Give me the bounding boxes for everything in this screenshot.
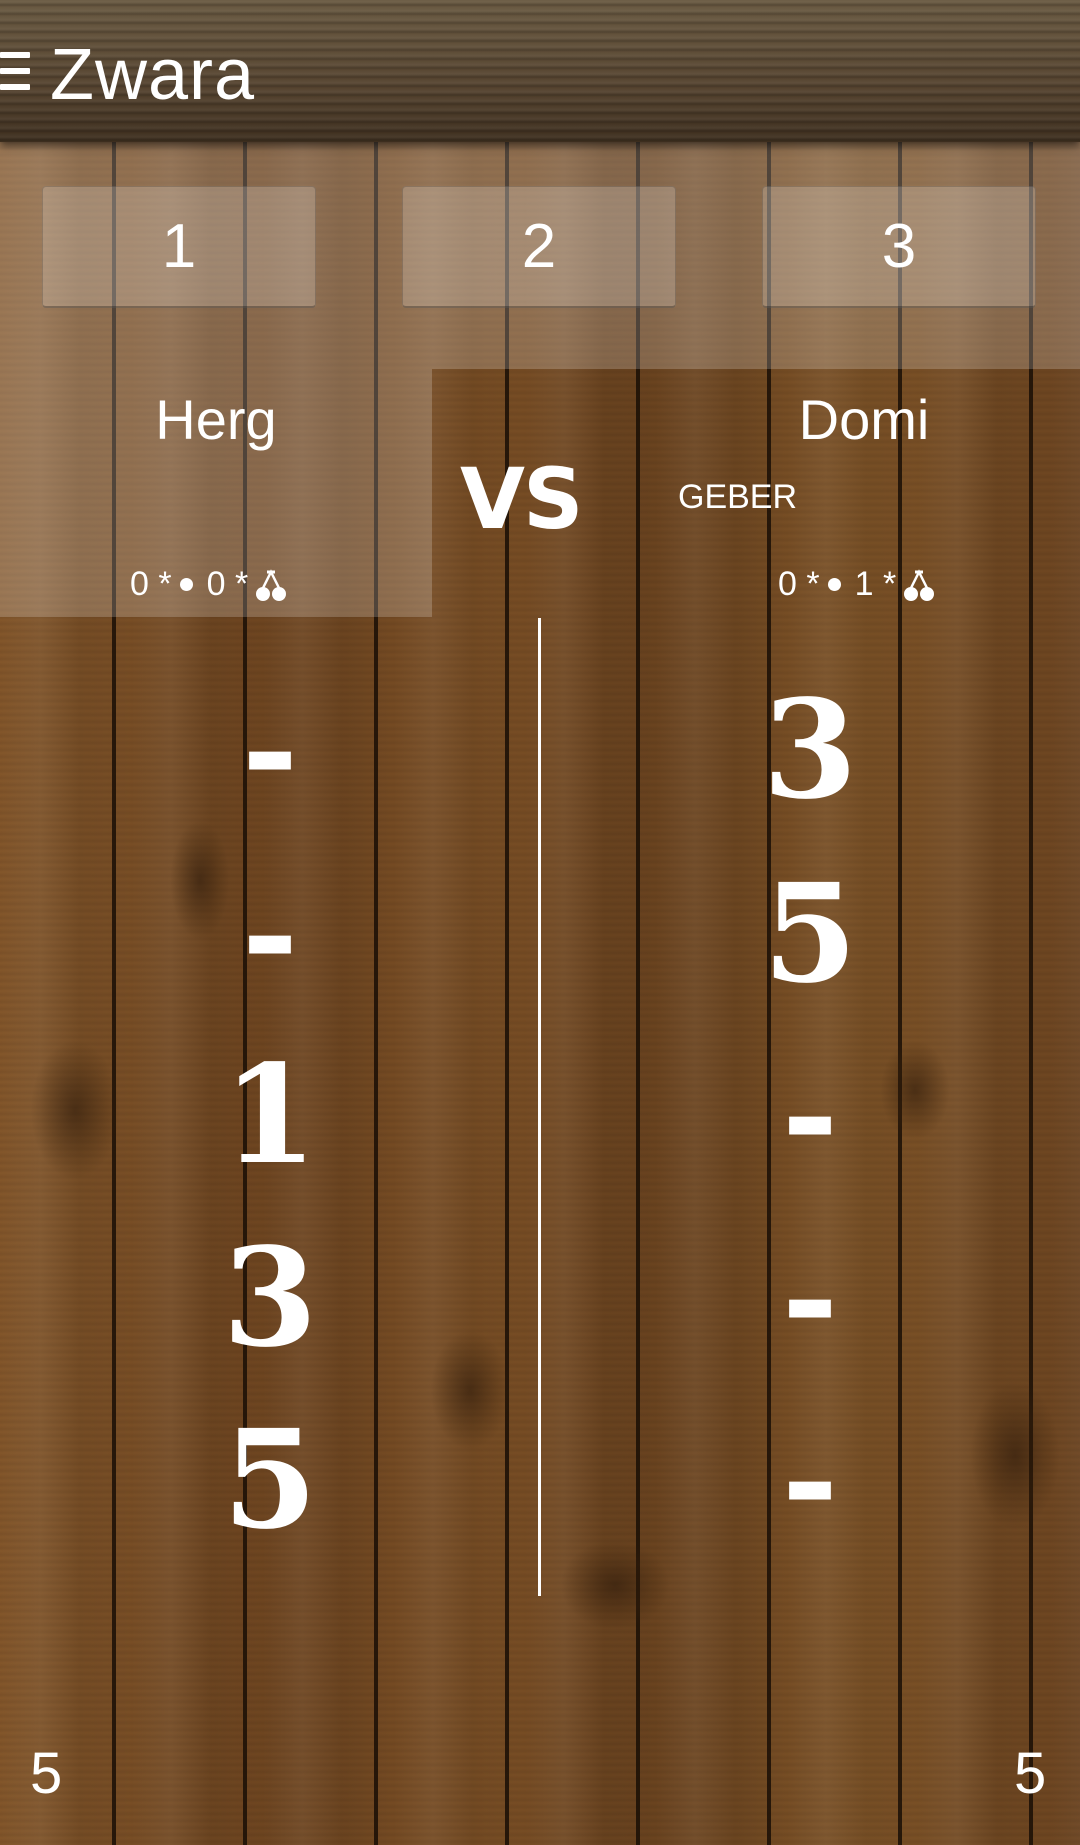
right-cherry-count: 1 * xyxy=(854,565,897,603)
right-score-2[interactable]: 5 xyxy=(660,864,960,1004)
left-player-header[interactable]: Herg 0 * 0 * xyxy=(0,369,432,617)
round-button-2[interactable]: 2 xyxy=(402,186,676,308)
right-total: 5 xyxy=(1014,1741,1047,1806)
left-score-2[interactable]: - xyxy=(120,864,420,1004)
left-total: 5 xyxy=(30,1741,63,1806)
right-score-1[interactable]: 3 xyxy=(660,680,960,820)
menu-icon[interactable] xyxy=(0,52,32,96)
wood-knot xyxy=(560,1540,670,1630)
cherry-icon xyxy=(904,568,935,601)
round-button-1[interactable]: 1 xyxy=(42,186,316,308)
dot-icon xyxy=(179,578,193,591)
round-selector: 1 2 3 xyxy=(0,142,1080,369)
wood-knot xyxy=(430,1330,510,1450)
right-score-5[interactable]: - xyxy=(660,1410,960,1550)
dealer-badge: GEBER xyxy=(678,478,798,516)
wood-knot xyxy=(970,1380,1060,1530)
left-player-name: Herg xyxy=(155,388,277,451)
right-score-4[interactable]: - xyxy=(660,1228,960,1368)
app-title: Zwara xyxy=(50,35,256,115)
right-player-name: Domi xyxy=(798,388,930,451)
center-divider xyxy=(538,618,541,1596)
app-bar: Zwara xyxy=(0,0,1080,142)
left-cherry-count: 0 * xyxy=(206,565,249,603)
right-score-3[interactable]: - xyxy=(660,1045,960,1185)
cherry-icon xyxy=(256,568,287,601)
left-dot-count: 0 * xyxy=(130,565,172,603)
left-score-4[interactable]: 3 xyxy=(120,1228,420,1368)
left-score-1[interactable]: - xyxy=(120,680,420,820)
right-player-stats: 0 * 1 * xyxy=(778,565,936,604)
left-player-stats: 0 * 0 * xyxy=(130,565,288,604)
right-dot-count: 0 * xyxy=(778,565,820,603)
dot-icon xyxy=(827,578,841,591)
left-score-5[interactable]: 5 xyxy=(120,1410,420,1550)
round-button-3[interactable]: 3 xyxy=(762,186,1036,308)
left-score-3[interactable]: 1 xyxy=(120,1045,420,1185)
vs-label: VS xyxy=(460,450,584,548)
wood-knot xyxy=(30,1040,120,1180)
